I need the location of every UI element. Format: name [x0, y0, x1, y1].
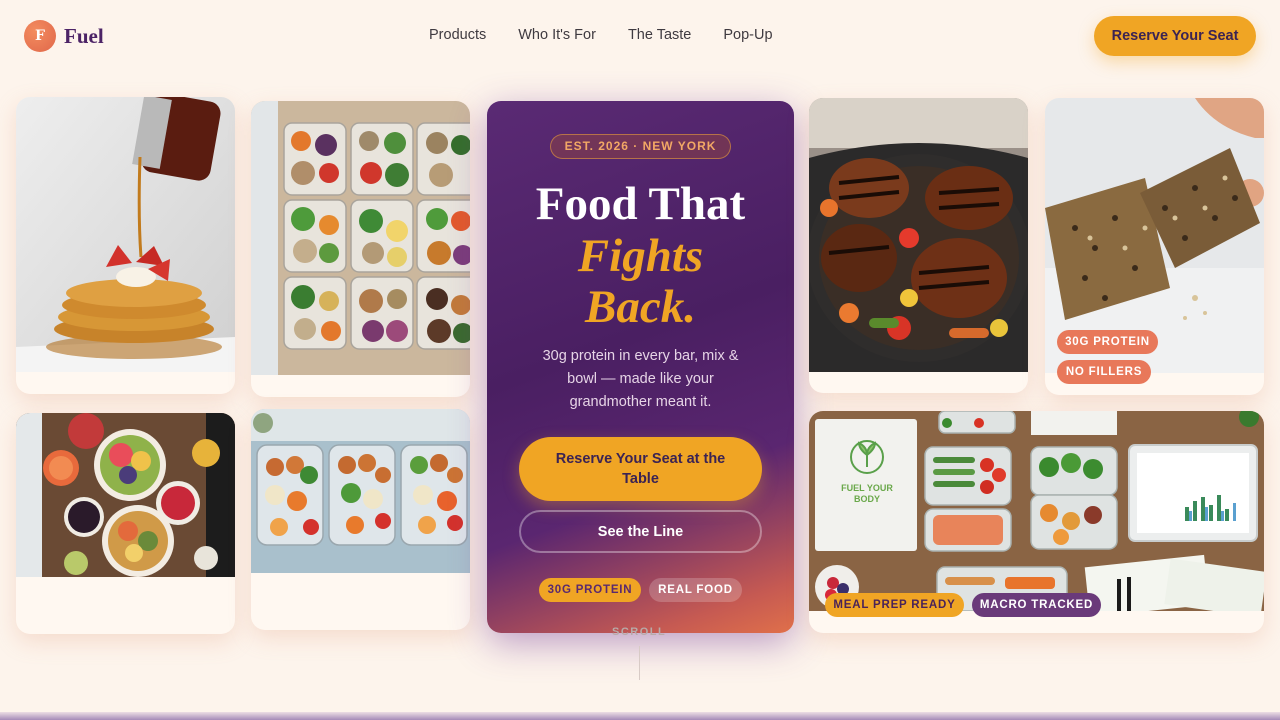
hero-title-line3: Back. — [585, 281, 696, 333]
chicken-containers-photo — [251, 409, 470, 573]
site-header: F Fuel Products Who It's For The Taste P… — [0, 0, 1280, 72]
card-chicken-skillet — [809, 98, 1028, 393]
card-chicken-containers — [251, 409, 470, 630]
nav-who-its-for[interactable]: Who It's For — [518, 27, 596, 43]
tag-30g-protein: 30G PROTEIN — [539, 578, 641, 602]
nav-products[interactable]: Products — [429, 27, 486, 43]
nav-the-taste[interactable]: The Taste — [628, 27, 691, 43]
tag-no-fillers: NO FILLERS — [1057, 360, 1151, 384]
scroll-label: SCROLL — [612, 626, 667, 638]
notebook-text-line1: FUEL YOUR — [841, 483, 893, 493]
fruit-bowls-photo — [16, 413, 235, 577]
card-meal-prep-macros: FUEL YOUR BODY MEAL PREP READY MACRO TRA… — [809, 411, 1264, 633]
card-fruit-bowls — [16, 413, 235, 634]
est-badge: EST. 2026 · NEW YORK — [550, 134, 731, 159]
notebook-text-line2: BODY — [854, 494, 880, 504]
meal-prep-macros-photo: FUEL YOUR BODY — [809, 411, 1264, 611]
tag-macro-tracked: MACRO TRACKED — [972, 593, 1101, 617]
see-the-line-button[interactable]: See the Line — [519, 510, 762, 553]
main-nav: Products Who It's For The Taste Pop-Up — [429, 27, 805, 43]
tag-30g-protein-bars: 30G PROTEIN — [1057, 330, 1158, 354]
card-meal-prep-grid — [251, 101, 470, 397]
reserve-seat-button[interactable]: Reserve Your Seat — [1094, 16, 1256, 56]
nav-pop-up[interactable]: Pop-Up — [723, 27, 772, 43]
tag-real-food: REAL FOOD — [649, 578, 742, 602]
pancakes-photo — [16, 97, 235, 372]
card-protein-bars: 30G PROTEIN NO FILLERS — [1045, 98, 1264, 395]
meal-prep-grid-photo — [251, 101, 470, 375]
brand-logo[interactable]: F Fuel — [24, 20, 104, 52]
brand-name: Fuel — [64, 23, 104, 48]
logo-mark: F — [24, 20, 56, 52]
card-pancakes — [16, 97, 235, 394]
hero-title-line2: Fights — [577, 230, 704, 282]
bottom-bar — [0, 712, 1280, 720]
chicken-skillet-photo — [809, 98, 1028, 372]
reserve-table-button[interactable]: Reserve Your Seat at the Table — [519, 437, 762, 501]
scroll-line — [639, 646, 640, 680]
hero-subtitle: 30g protein in every bar, mix & bowl — m… — [542, 348, 739, 410]
tag-meal-prep-ready: MEAL PREP READY — [825, 593, 964, 617]
hero-title-line1: Food That — [535, 178, 746, 230]
hero-card: EST. 2026 · NEW YORK Food That Fights Ba… — [487, 101, 794, 633]
